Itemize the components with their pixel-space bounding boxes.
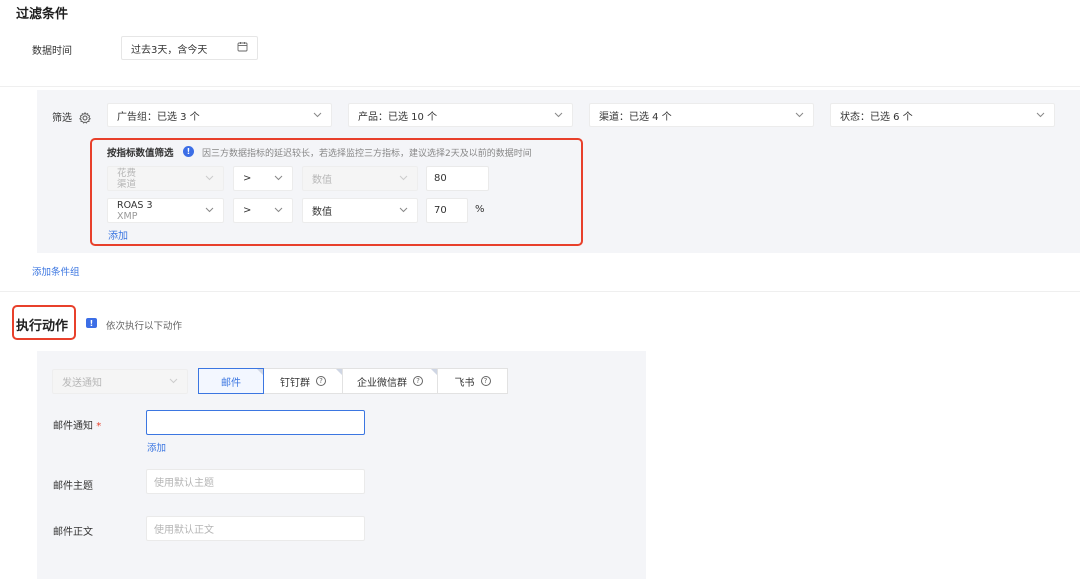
data-time-picker[interactable]: 过去3天，含今天 (121, 36, 258, 60)
page: 过滤条件 数据时间 过去3天，含今天 筛选 广告组：已选 3 个 产品：已选 1… (0, 0, 1080, 587)
email-notify-label: 邮件通知 * (53, 417, 101, 432)
chevron-down-icon (313, 110, 322, 121)
tab-wecom[interactable]: 企业微信群 ? (342, 368, 438, 394)
required-mark: * (96, 421, 102, 432)
tab-dingtalk[interactable]: 钉钉群 ? (263, 368, 343, 394)
tab-email[interactable]: 邮件 (198, 368, 264, 394)
status-select-value: 状态：已选 6 个 (840, 111, 913, 123)
action-hint: 依次执行以下动作 (106, 321, 183, 332)
notify-type-select[interactable]: 发送通知 (52, 369, 188, 394)
status-select[interactable]: 状态：已选 6 个 (830, 103, 1055, 127)
screen-label: 筛选 (52, 113, 72, 124)
email-recipient-input[interactable] (146, 410, 365, 435)
chevron-down-icon (795, 110, 804, 121)
data-time-value: 过去3天，含今天 (131, 44, 208, 56)
help-circle-icon[interactable]: ? (480, 376, 491, 386)
notify-type-value: 发送通知 (62, 378, 102, 389)
tab-corner-mark (257, 369, 263, 375)
product-select-value: 产品：已选 10 个 (358, 111, 438, 123)
notify-channel-tabs: 邮件 钉钉群 ? 企业微信群 ? 飞书 ? (198, 368, 508, 394)
tab-wecom-label: 企业微信群 (357, 377, 407, 389)
tab-feishu-label: 飞书 (454, 377, 475, 389)
chevron-down-icon (1036, 110, 1045, 121)
email-subject-placeholder: 使用默认主题 (154, 478, 214, 489)
divider (0, 86, 1080, 87)
email-body-label: 邮件正文 (53, 527, 93, 538)
email-body-input[interactable]: 使用默认正文 (146, 516, 365, 541)
channel-select[interactable]: 渠道：已选 4 个 (589, 103, 814, 127)
help-circle-icon[interactable]: ? (413, 376, 423, 386)
email-subject-label: 邮件主题 (53, 481, 93, 492)
adgroup-select-value: 广告组：已选 3 个 (117, 111, 200, 123)
channel-select-value: 渠道：已选 4 个 (599, 111, 672, 123)
add-condition-group-link[interactable]: 添加条件组 (32, 264, 80, 278)
help-circle-icon[interactable]: ? (316, 376, 326, 386)
highlight-box-metric (90, 138, 583, 246)
email-subject-input[interactable]: 使用默认主题 (146, 469, 365, 494)
data-time-label: 数据时间 (32, 46, 72, 57)
chevron-down-icon (554, 110, 563, 121)
divider (0, 291, 1080, 292)
adgroup-select[interactable]: 广告组：已选 3 个 (107, 103, 332, 127)
tab-dingtalk-label: 钉钉群 (280, 377, 310, 389)
highlight-box-action-title (12, 305, 76, 340)
tab-email-label: 邮件 (221, 377, 241, 389)
email-body-placeholder: 使用默认正文 (154, 525, 214, 536)
tab-feishu[interactable]: 飞书 ? (437, 368, 508, 394)
gear-icon[interactable] (79, 109, 91, 128)
product-select[interactable]: 产品：已选 10 个 (348, 103, 573, 127)
flag-icon: ! (86, 318, 97, 328)
filter-section-title: 过滤条件 (16, 7, 69, 22)
calendar-icon (237, 41, 248, 55)
email-notify-label-text: 邮件通知 (53, 421, 93, 432)
add-email-link[interactable]: 添加 (147, 440, 166, 454)
chevron-down-icon (169, 376, 178, 387)
